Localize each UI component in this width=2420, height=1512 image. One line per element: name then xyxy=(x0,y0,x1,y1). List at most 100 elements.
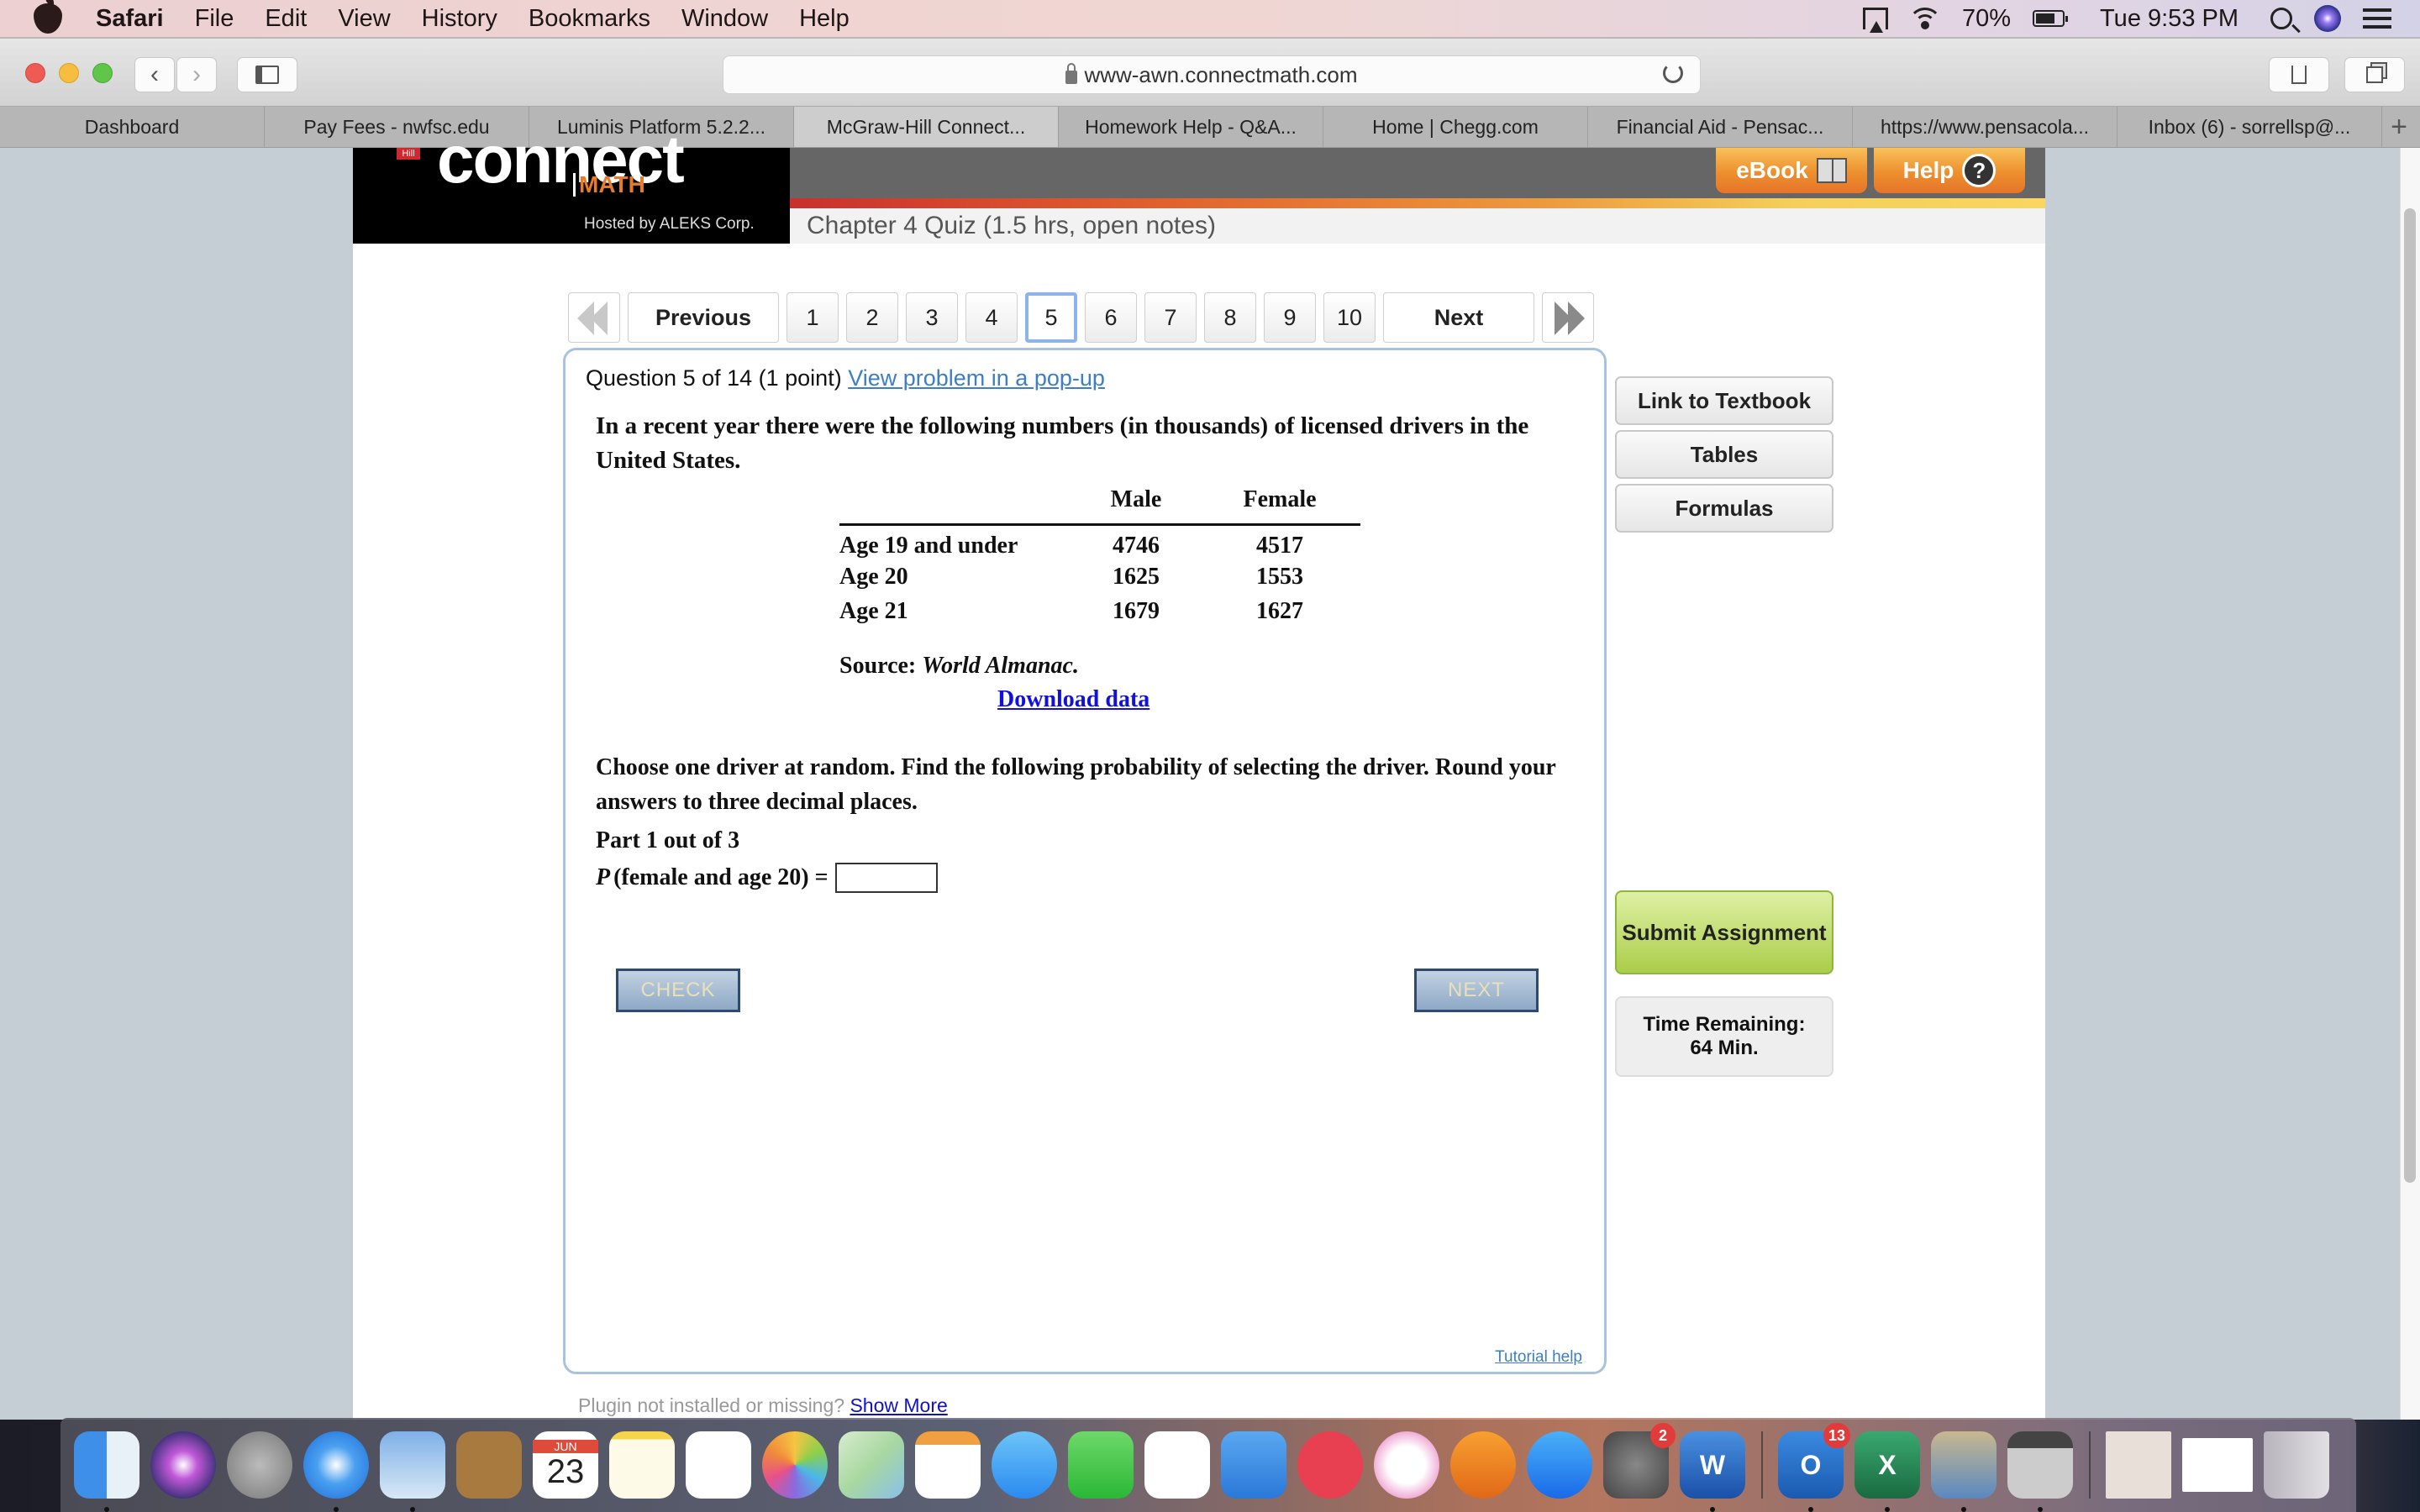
clock[interactable]: Tue 9:53 PM xyxy=(2100,5,2238,33)
battery-icon[interactable] xyxy=(2033,10,2069,27)
battery-percent: 70% xyxy=(1962,4,2012,32)
new-tab-button[interactable]: + xyxy=(2382,107,2416,147)
tab-mcgraw-hill-connect[interactable]: McGraw-Hill Connect... xyxy=(794,107,1059,147)
outlook-icon[interactable]: O 13 xyxy=(1778,1423,1850,1512)
contacts-icon[interactable] xyxy=(456,1431,522,1499)
messages-icon[interactable] xyxy=(992,1431,1057,1499)
sidebar-toggle-button[interactable] xyxy=(237,57,297,92)
news-icon[interactable] xyxy=(1297,1431,1363,1499)
hosted-by-text: Hosted by ALEKS Corp. xyxy=(584,215,755,233)
page-scrollbar[interactable] xyxy=(2400,148,2420,1420)
tutorial-help-link[interactable]: Tutorial help xyxy=(1495,1348,1582,1367)
calculator-icon[interactable] xyxy=(2007,1431,2073,1512)
ebook-button[interactable]: eBook xyxy=(1716,148,1867,193)
page-button-10[interactable]: 10 xyxy=(1323,292,1376,343)
page-button-1[interactable]: 1 xyxy=(786,292,839,343)
siri-icon[interactable] xyxy=(2314,5,2341,32)
tab-inbox[interactable]: Inbox (6) - sorrellsp@... xyxy=(2118,107,2382,147)
share-button[interactable] xyxy=(2269,57,2329,92)
address-bar[interactable]: www-awn.connectmath.com xyxy=(723,55,1701,94)
maps-icon[interactable] xyxy=(839,1431,904,1499)
notes-icon[interactable] xyxy=(609,1431,675,1499)
tab-label: Home | Chegg.com xyxy=(1372,115,1539,138)
keynote-icon[interactable] xyxy=(1221,1431,1286,1499)
back-button[interactable]: ‹ xyxy=(134,57,175,92)
app-store-icon[interactable] xyxy=(1527,1431,1592,1499)
document-thumbnail-icon[interactable] xyxy=(2182,1438,2253,1492)
menu-history[interactable]: History xyxy=(422,5,497,33)
menu-help[interactable]: Help xyxy=(799,5,850,33)
reminders-icon[interactable] xyxy=(686,1431,751,1499)
page-button-5-current[interactable]: 5 xyxy=(1025,292,1077,343)
tables-button[interactable]: Tables xyxy=(1615,430,1833,479)
next-button[interactable]: Next xyxy=(1383,292,1534,343)
menu-view[interactable]: View xyxy=(338,5,390,33)
facetime-icon[interactable] xyxy=(1068,1431,1134,1499)
wifi-icon[interactable] xyxy=(1910,6,1940,31)
download-data-link[interactable]: Download data xyxy=(997,686,1150,713)
check-button[interactable]: CHECK xyxy=(616,969,740,1012)
page-button-3[interactable]: 3 xyxy=(906,292,958,343)
menu-window[interactable]: Window xyxy=(681,5,768,33)
menu-file[interactable]: File xyxy=(195,5,234,33)
scrollbar-thumb[interactable] xyxy=(2404,208,2416,1183)
close-window-button[interactable] xyxy=(25,63,45,83)
pages-icon[interactable] xyxy=(915,1431,981,1499)
trash-icon[interactable] xyxy=(2264,1431,2329,1499)
answer-input[interactable] xyxy=(834,863,938,893)
first-question-arrow-icon[interactable] xyxy=(568,292,620,343)
safari-app-icon[interactable] xyxy=(303,1431,369,1512)
tab-homework-help[interactable]: Homework Help - Q&A... xyxy=(1059,107,1323,147)
menu-bookmarks[interactable]: Bookmarks xyxy=(529,5,650,33)
finder-icon[interactable] xyxy=(74,1431,139,1512)
mail-icon[interactable] xyxy=(380,1431,445,1512)
apple-menu-icon[interactable] xyxy=(34,0,62,34)
last-question-arrow-icon[interactable] xyxy=(1542,292,1594,343)
spotlight-search-icon[interactable] xyxy=(2270,8,2292,29)
itunes-icon[interactable] xyxy=(1374,1431,1439,1499)
menu-edit[interactable]: Edit xyxy=(265,5,307,33)
tab-pensacola[interactable]: https://www.pensacola... xyxy=(1853,107,2118,147)
page-button-6[interactable]: 6 xyxy=(1085,292,1137,343)
table-source: Source: World Almanac. xyxy=(839,653,1079,680)
notification-center-icon[interactable] xyxy=(2363,8,2391,29)
menu-app-name[interactable]: Safari xyxy=(96,5,164,33)
page-button-4[interactable]: 4 xyxy=(965,292,1018,343)
help-button[interactable]: Help ? xyxy=(1874,148,2025,193)
siri-app-icon[interactable] xyxy=(150,1431,216,1499)
photos-icon[interactable] xyxy=(762,1431,828,1499)
chevron-left-icon: ‹ xyxy=(150,60,159,88)
previous-button[interactable]: Previous xyxy=(628,292,779,343)
next-question-button[interactable]: NEXT xyxy=(1414,969,1539,1012)
row-label: Age 20 xyxy=(839,563,908,590)
view-popup-link[interactable]: View problem in a pop-up xyxy=(848,365,1105,391)
plugin-text: Plugin not installed or missing? xyxy=(578,1394,845,1416)
numbers-icon[interactable] xyxy=(1144,1431,1210,1499)
reload-icon[interactable] xyxy=(1663,63,1683,83)
excel-icon[interactable]: X xyxy=(1854,1431,1920,1512)
page-button-9[interactable]: 9 xyxy=(1264,292,1316,343)
books-icon[interactable] xyxy=(1450,1431,1516,1499)
zoom-window-button[interactable] xyxy=(92,63,113,83)
tab-financial-aid[interactable]: Financial Aid - Pensac... xyxy=(1588,107,1853,147)
link-to-textbook-button[interactable]: Link to Textbook xyxy=(1615,376,1833,425)
show-more-link[interactable]: Show More xyxy=(850,1394,947,1416)
page-button-7[interactable]: 7 xyxy=(1144,292,1197,343)
tab-chegg[interactable]: Home | Chegg.com xyxy=(1323,107,1588,147)
tab-dashboard[interactable]: Dashboard xyxy=(0,107,265,147)
calendar-icon[interactable]: JUN 23 xyxy=(533,1431,598,1499)
submit-assignment-button[interactable]: Submit Assignment xyxy=(1615,890,1833,974)
minimize-window-button[interactable] xyxy=(59,63,79,83)
show-tabs-button[interactable] xyxy=(2344,57,2405,92)
formulas-button[interactable]: Formulas xyxy=(1615,484,1833,533)
preview-icon[interactable] xyxy=(1931,1431,1996,1512)
downloads-stack-icon[interactable] xyxy=(2106,1431,2171,1499)
page-button-2[interactable]: 2 xyxy=(846,292,898,343)
airplay-icon[interactable] xyxy=(1863,8,1888,33)
word-icon[interactable]: W xyxy=(1680,1431,1745,1512)
launchpad-icon[interactable] xyxy=(227,1431,292,1499)
tab-label: McGraw-Hill Connect... xyxy=(826,115,1026,138)
system-preferences-icon[interactable]: 2 xyxy=(1603,1423,1676,1499)
page-button-8[interactable]: 8 xyxy=(1204,292,1256,343)
forward-button[interactable]: › xyxy=(176,57,217,92)
